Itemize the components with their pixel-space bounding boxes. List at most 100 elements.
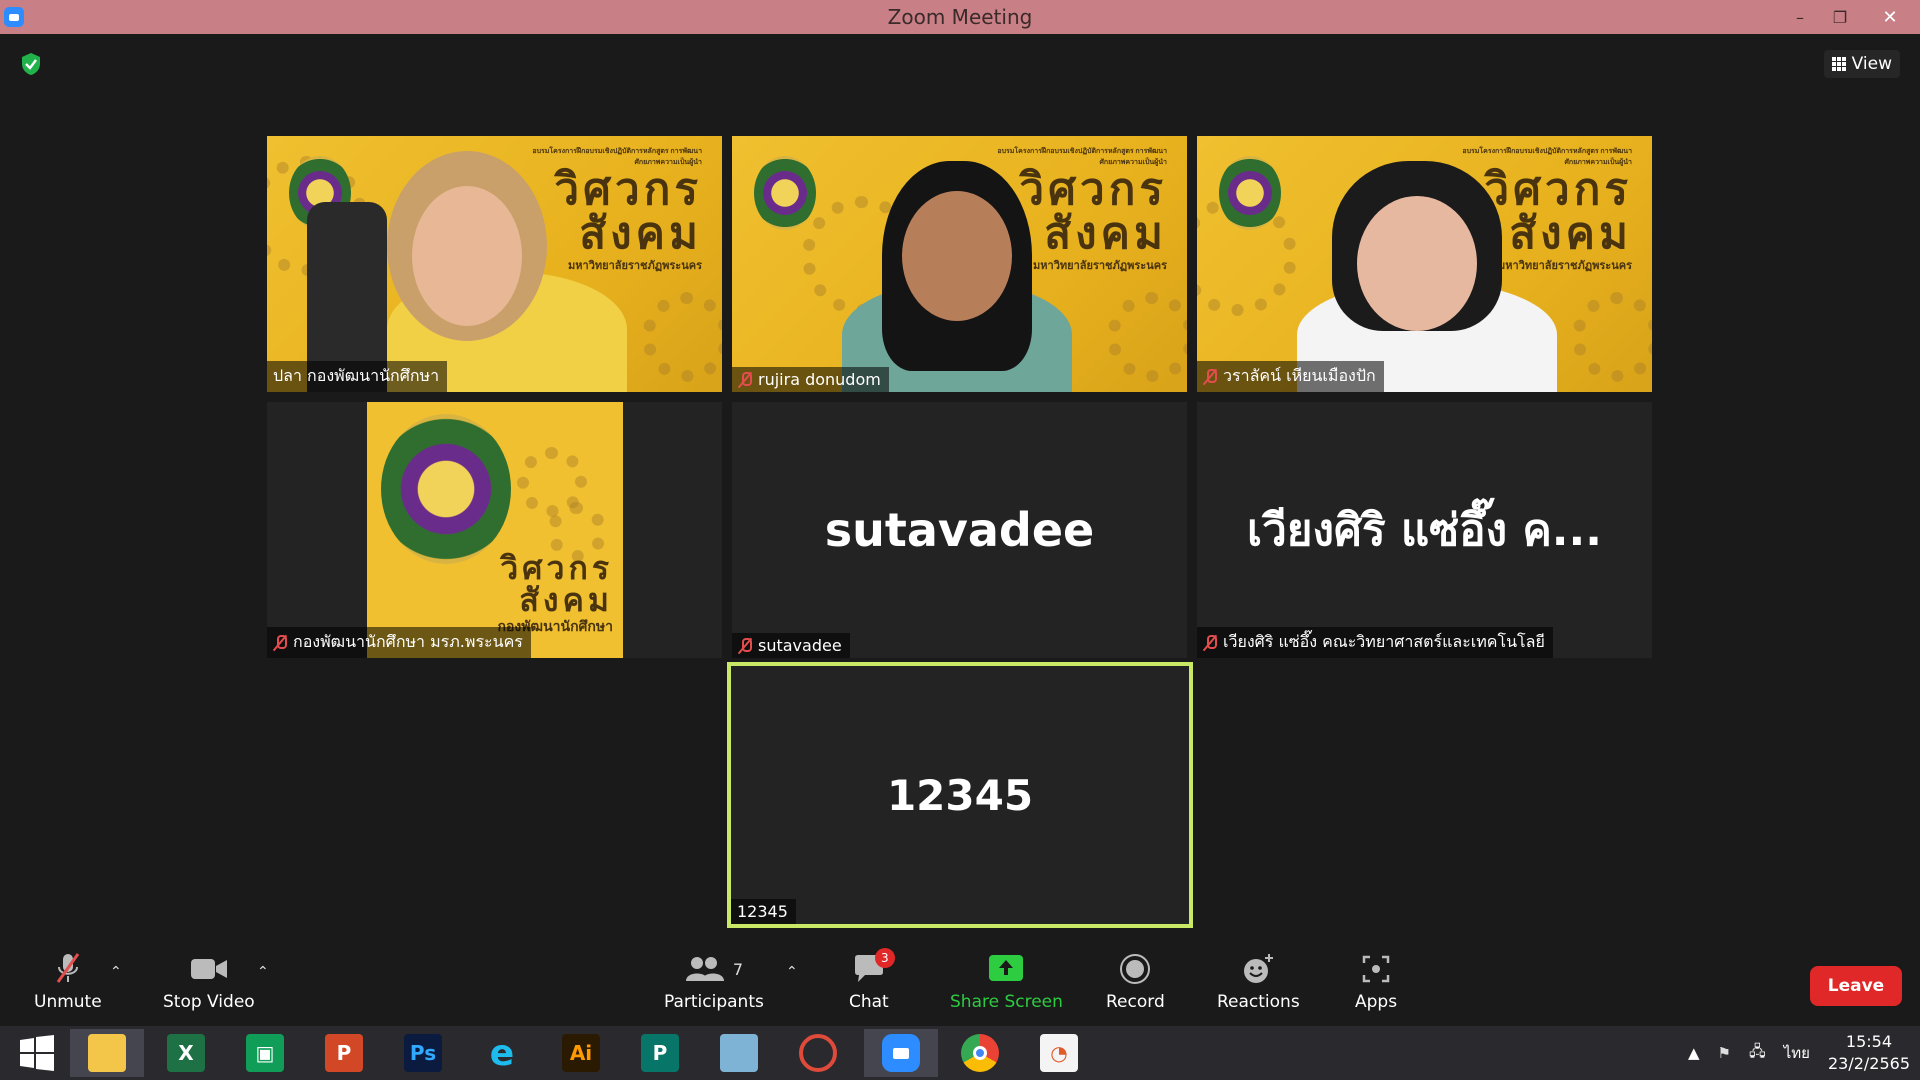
face-shape	[1357, 196, 1477, 331]
university-seal-icon	[1219, 156, 1281, 230]
brand-text: วิศวกร สังคม กองพัฒนานักศึกษา	[497, 550, 613, 635]
close-button[interactable]: ✕	[1860, 0, 1920, 34]
minimize-button[interactable]: –	[1780, 0, 1820, 34]
apps-button[interactable]: Apps	[1355, 952, 1397, 1012]
video-tile-2[interactable]: อบรมโครงการฝึกอบรมเชิงปฏิบัติการหลักสูตร…	[732, 136, 1187, 392]
face-shape	[412, 186, 522, 326]
meeting-toolbar: Unmute ⌃ Stop Video ⌃ 7 Participants ⌃ 3…	[0, 942, 1920, 1026]
record-icon	[1119, 952, 1151, 986]
participant-name-label: วราลัคน์ เหียนเมืองปัก	[1197, 361, 1384, 392]
grid-icon	[1831, 57, 1846, 71]
record-label: Record	[1106, 992, 1165, 1012]
window-title: Zoom Meeting	[887, 5, 1033, 29]
video-tile-1[interactable]: อบรมโครงการฝึกอบรมเชิงปฏิบัติการหลักสูตร…	[267, 136, 722, 392]
zoom-taskbar-icon[interactable]	[864, 1029, 938, 1077]
language-indicator[interactable]: ไทย	[1784, 1041, 1810, 1065]
file-explorer-taskbar-icon[interactable]	[70, 1029, 144, 1077]
share-screen-label: Share Screen	[950, 992, 1063, 1012]
participants-count: 7	[732, 959, 744, 979]
gear-decoration	[1572, 292, 1652, 382]
presentation-taskbar-icon[interactable]: ◔	[1022, 1029, 1096, 1077]
logo-image: วิศวกร สังคม กองพัฒนานักศึกษา	[367, 402, 623, 658]
notepad-taskbar-icon[interactable]	[702, 1029, 776, 1077]
reactions-button[interactable]: Reactions	[1217, 952, 1300, 1012]
powerpoint-taskbar-icon[interactable]: P	[307, 1029, 381, 1077]
photoshop-taskbar-icon[interactable]: Ps	[386, 1029, 460, 1077]
reactions-icon	[1241, 952, 1275, 986]
unmute-button[interactable]: Unmute	[34, 952, 102, 1012]
chat-unread-badge: 3	[874, 948, 895, 968]
clock[interactable]: 15:54 23/2/2565	[1828, 1031, 1910, 1075]
window-controls: – ❐ ✕	[1780, 0, 1920, 34]
network-icon[interactable]: 🖧	[1749, 1041, 1766, 1066]
unmute-label: Unmute	[34, 992, 102, 1012]
video-tile-6[interactable]: เวียงศิริ แซ่อึ๊ง ค... เวียงศิริ แซ่อึ๊ง…	[1197, 402, 1652, 658]
audio-options-chevron-icon[interactable]: ⌃	[110, 964, 122, 980]
restore-button[interactable]: ❐	[1820, 0, 1860, 34]
participant-placeholder-name: 12345	[886, 770, 1034, 820]
excel-taskbar-icon[interactable]: X	[149, 1029, 223, 1077]
participants-label: Participants	[664, 992, 764, 1012]
illustrator-taskbar-icon[interactable]: Ai	[544, 1029, 618, 1077]
participant-name-label: sutavadee	[732, 633, 850, 658]
chat-label: Chat	[849, 992, 889, 1012]
mic-muted-icon	[1203, 368, 1217, 385]
zoom-app-icon	[4, 7, 24, 27]
stop-video-label: Stop Video	[163, 992, 255, 1012]
stop-video-button[interactable]: Stop Video	[163, 952, 255, 1012]
record-button[interactable]: Record	[1106, 952, 1165, 1012]
meeting-area: View อบรมโครงการฝึกอบรมเชิงปฏิบัติการหลั…	[0, 34, 1920, 942]
mic-muted-icon	[738, 637, 752, 654]
system-tray: ▲ ⚑ 🖧 ไทย 15:54 23/2/2565	[1688, 1026, 1910, 1080]
mic-muted-icon	[1203, 634, 1217, 651]
chrome-taskbar-icon[interactable]	[943, 1029, 1017, 1077]
publisher-taskbar-icon[interactable]: P	[623, 1029, 697, 1077]
face-shape	[902, 191, 1012, 321]
view-button[interactable]: View	[1823, 50, 1900, 78]
apps-label: Apps	[1355, 992, 1398, 1012]
leave-button[interactable]: Leave	[1810, 966, 1902, 1006]
video-tile-active-speaker[interactable]: 12345 12345	[727, 662, 1193, 928]
chevron-up-icon[interactable]: ▲	[1688, 1044, 1700, 1062]
participants-icon: 7	[685, 952, 743, 986]
mic-muted-icon	[273, 634, 287, 651]
mic-muted-icon	[738, 371, 752, 388]
window-titlebar: Zoom Meeting – ❐ ✕	[0, 0, 1920, 34]
video-options-chevron-icon[interactable]: ⌃	[257, 964, 269, 980]
video-camera-icon	[190, 952, 228, 986]
brand-text: อบรมโครงการฝึกอบรมเชิงปฏิบัติการหลักสูตร…	[532, 147, 702, 272]
windows-taskbar: X ▣ P Ps e Ai P ◔ ▲ ⚑ 🖧 ไทย 15:54 23/2/2…	[0, 1026, 1920, 1080]
chat-button[interactable]: 3 Chat	[849, 948, 895, 1012]
photoscape-taskbar-icon[interactable]	[781, 1029, 855, 1077]
store-taskbar-icon[interactable]: ▣	[228, 1029, 302, 1077]
chat-icon: 3	[853, 948, 895, 986]
apps-icon	[1361, 952, 1391, 986]
university-seal-icon	[754, 156, 816, 230]
flag-icon[interactable]: ⚑	[1718, 1044, 1731, 1062]
participant-name-label: กองพัฒนานักศึกษา มรภ.พระนคร	[267, 627, 531, 658]
view-label: View	[1851, 54, 1892, 74]
clock-time: 15:54	[1845, 1032, 1893, 1051]
video-tile-3[interactable]: อบรมโครงการฝึกอบรมเชิงปฏิบัติการหลักสูตร…	[1197, 136, 1652, 392]
university-seal-icon	[381, 414, 511, 564]
participants-options-chevron-icon[interactable]: ⌃	[786, 964, 798, 980]
participant-name-label: rujira donudom	[732, 367, 889, 392]
participants-button[interactable]: 7 Participants	[664, 952, 764, 1012]
gear-decoration	[1107, 292, 1187, 382]
gear-decoration	[642, 292, 722, 382]
internet-explorer-taskbar-icon[interactable]: e	[465, 1029, 539, 1077]
participant-name-label: เวียงศิริ แซ่อึ๊ง คณะวิทยาศาสตร์และเทคโน…	[1197, 627, 1553, 658]
share-screen-button[interactable]: Share Screen	[950, 952, 1063, 1012]
video-tile-5[interactable]: sutavadee sutavadee	[732, 402, 1187, 658]
shield-icon[interactable]	[20, 52, 42, 76]
participant-name-label: 12345	[731, 899, 796, 924]
participant-placeholder-name: เวียงศิริ แซ่อึ๊ง ค...	[1247, 505, 1602, 556]
start-button[interactable]	[0, 1029, 74, 1077]
mic-muted-icon	[54, 952, 82, 986]
clock-date: 23/2/2565	[1827, 1054, 1910, 1073]
video-tile-4[interactable]: วิศวกร สังคม กองพัฒนานักศึกษา กองพัฒนานั…	[267, 402, 722, 658]
participant-placeholder-name: sutavadee	[824, 503, 1095, 557]
participant-name-label: ปลา กองพัฒนานักศึกษา	[267, 361, 448, 392]
reactions-label: Reactions	[1217, 992, 1300, 1012]
share-screen-icon	[988, 952, 1024, 986]
